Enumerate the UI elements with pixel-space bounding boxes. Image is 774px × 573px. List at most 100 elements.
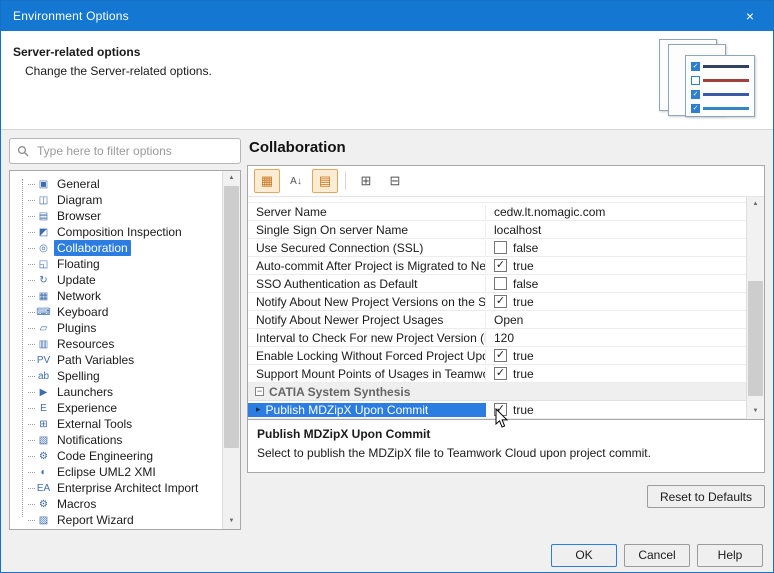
dialog-header: Server-related options Change the Server…	[1, 31, 773, 130]
expand-groups-button[interactable]: ⊞	[353, 169, 379, 193]
tree-item-experience[interactable]: EExperience	[16, 400, 222, 416]
scroll-down-icon[interactable]: ▼	[223, 514, 240, 529]
property-row-use-ssl[interactable]: Use Secured Connection (SSL) false	[248, 239, 746, 257]
checkbox[interactable]: ✓	[494, 403, 507, 416]
property-row-enable-locking[interactable]: Enable Locking Without Forced Project Up…	[248, 347, 746, 365]
tree-item-keyboard[interactable]: ⌨Keyboard	[16, 304, 222, 320]
property-row-server-name[interactable]: Server Name cedw.lt.nomagic.com	[248, 203, 746, 221]
tree-item-resources[interactable]: ▥Resources	[16, 336, 222, 352]
search-icon	[17, 145, 29, 157]
property-row-auto-commit[interactable]: Auto-commit After Project is Migrated to…	[248, 257, 746, 275]
tree-item-network[interactable]: ▦Network	[16, 288, 222, 304]
tree-scrollbar[interactable]: ▲ ▼	[222, 171, 240, 529]
checkbox[interactable]: ✓	[494, 259, 507, 272]
tree-item-external-tools[interactable]: ⊞External Tools	[16, 416, 222, 432]
title-bar[interactable]: Environment Options ×	[1, 1, 773, 31]
property-row-mount-points[interactable]: Support Mount Points of Usages in Teamwo…	[248, 365, 746, 383]
property-row-publish-mdzipx[interactable]: ▸ Publish MDZipX Upon Commit ✓ true	[248, 401, 746, 419]
tree-item-general[interactable]: ▣General	[16, 176, 222, 192]
help-button[interactable]: Help	[697, 544, 763, 567]
tree-item-floating[interactable]: ◱Floating	[16, 256, 222, 272]
property-value[interactable]: 120	[494, 331, 514, 345]
property-value: true	[513, 259, 534, 273]
update-icon: ↻	[36, 275, 51, 286]
tree-item-collaboration[interactable]: ◎Collaboration	[16, 240, 222, 256]
property-value: true	[513, 349, 534, 363]
tree-item-diagram[interactable]: ◫Diagram	[16, 192, 222, 208]
categorized-view-button[interactable]: ▦	[254, 169, 280, 193]
group-label: CATIA System Synthesis	[269, 385, 410, 399]
table-scrollbar[interactable]: ▲ ▼	[746, 197, 764, 419]
property-value: true	[513, 403, 534, 417]
scroll-up-icon[interactable]: ▲	[747, 197, 764, 212]
tree-item-launchers[interactable]: ▶Launchers	[16, 384, 222, 400]
dialog-body: ▣General ◫Diagram ▤Browser ◩Composition …	[1, 130, 773, 538]
property-value: true	[513, 295, 534, 309]
tree-item-notifications[interactable]: ▧Notifications	[16, 432, 222, 448]
property-description: Publish MDZipX Upon Commit Select to pub…	[248, 419, 764, 472]
page-title: Collaboration	[247, 138, 765, 165]
property-value[interactable]: localhost	[494, 223, 541, 237]
scroll-thumb[interactable]	[224, 186, 239, 448]
collapse-group-icon[interactable]: −	[255, 387, 264, 396]
options-sidebar: ▣General ◫Diagram ▤Browser ◩Composition …	[9, 138, 241, 530]
collapse-groups-button[interactable]: ⊟	[382, 169, 408, 193]
scroll-track[interactable]	[223, 186, 240, 514]
collaboration-icon: ◎	[36, 243, 51, 254]
scroll-track[interactable]	[747, 212, 764, 404]
tree-item-update[interactable]: ↻Update	[16, 272, 222, 288]
general-icon: ▣	[36, 179, 51, 190]
ok-button[interactable]: OK	[551, 544, 617, 567]
close-icon[interactable]: ×	[739, 5, 761, 27]
mini-checkbox-icon	[691, 76, 700, 85]
scroll-up-icon[interactable]: ▲	[223, 171, 240, 186]
macros-icon: ⚙	[36, 499, 51, 510]
property-row-check-interval[interactable]: Interval to Check For new Project Versio…	[248, 329, 746, 347]
expand-arrow-icon[interactable]: ▸	[256, 404, 261, 415]
tree-item-report-wizard[interactable]: ▨Report Wizard	[16, 512, 222, 528]
composition-inspection-icon: ◩	[36, 227, 51, 238]
checkbox[interactable]: ✓	[494, 295, 507, 308]
property-row-sso-server-name[interactable]: Single Sign On server Name localhost	[248, 221, 746, 239]
launchers-icon: ▶	[36, 387, 51, 398]
tree-item-composition-inspection[interactable]: ◩Composition Inspection	[16, 224, 222, 240]
tree-item-macros[interactable]: ⚙Macros	[16, 496, 222, 512]
tree-item-spelling[interactable]: abSpelling	[16, 368, 222, 384]
dialog-footer: OK Cancel Help	[1, 538, 773, 572]
property-row-sso-default[interactable]: SSO Authentication as Default false	[248, 275, 746, 293]
tree-item-code-engineering[interactable]: ⚙Code Engineering	[16, 448, 222, 464]
tree-item-path-variables[interactable]: PVPath Variables	[16, 352, 222, 368]
spelling-icon: ab	[36, 371, 51, 382]
mini-checkbox-icon: ✓	[691, 90, 700, 99]
description-title: Publish MDZipX Upon Commit	[257, 427, 755, 441]
reset-to-defaults-button[interactable]: Reset to Defaults	[647, 485, 765, 508]
tree-item-browser[interactable]: ▤Browser	[16, 208, 222, 224]
group-row-catia-system-synthesis[interactable]: − CATIA System Synthesis	[248, 383, 746, 401]
tree-item-eclipse-uml2-xmi[interactable]: ◐Eclipse UML2 XMI	[16, 464, 222, 480]
browser-icon: ▤	[36, 211, 51, 222]
checkbox[interactable]: ✓	[494, 367, 507, 380]
property-row-notify-newer-usages[interactable]: Notify About Newer Project Usages Open	[248, 311, 746, 329]
property-value[interactable]: Open	[494, 313, 523, 327]
keyboard-icon: ⌨	[36, 307, 51, 318]
alphabetical-sort-button[interactable]: A↓	[283, 169, 309, 193]
tree-item-plugins[interactable]: ▱Plugins	[16, 320, 222, 336]
checkbox[interactable]	[494, 277, 507, 290]
checkbox[interactable]: ✓	[494, 349, 507, 362]
options-tree: ▣General ◫Diagram ▤Browser ◩Composition …	[9, 170, 241, 530]
scroll-thumb[interactable]	[748, 281, 763, 396]
tree-list: ▣General ◫Diagram ▤Browser ◩Composition …	[10, 171, 222, 529]
plugins-icon: ▱	[36, 323, 51, 334]
property-row-notify-new-versions[interactable]: Notify About New Project Versions on the…	[248, 293, 746, 311]
show-description-button[interactable]: ▤	[312, 169, 338, 193]
resources-icon: ▥	[36, 339, 51, 350]
floating-icon: ◱	[36, 259, 51, 270]
tree-item-enterprise-architect-import[interactable]: EAEnterprise Architect Import	[16, 480, 222, 496]
property-value[interactable]: cedw.lt.nomagic.com	[494, 205, 605, 219]
scroll-down-icon[interactable]: ▼	[747, 404, 764, 419]
checkbox[interactable]	[494, 241, 507, 254]
filter-input[interactable]	[35, 143, 233, 159]
selected-property-label: Publish MDZipX Upon Commit	[266, 403, 429, 417]
property-value: false	[513, 277, 538, 291]
cancel-button[interactable]: Cancel	[624, 544, 690, 567]
